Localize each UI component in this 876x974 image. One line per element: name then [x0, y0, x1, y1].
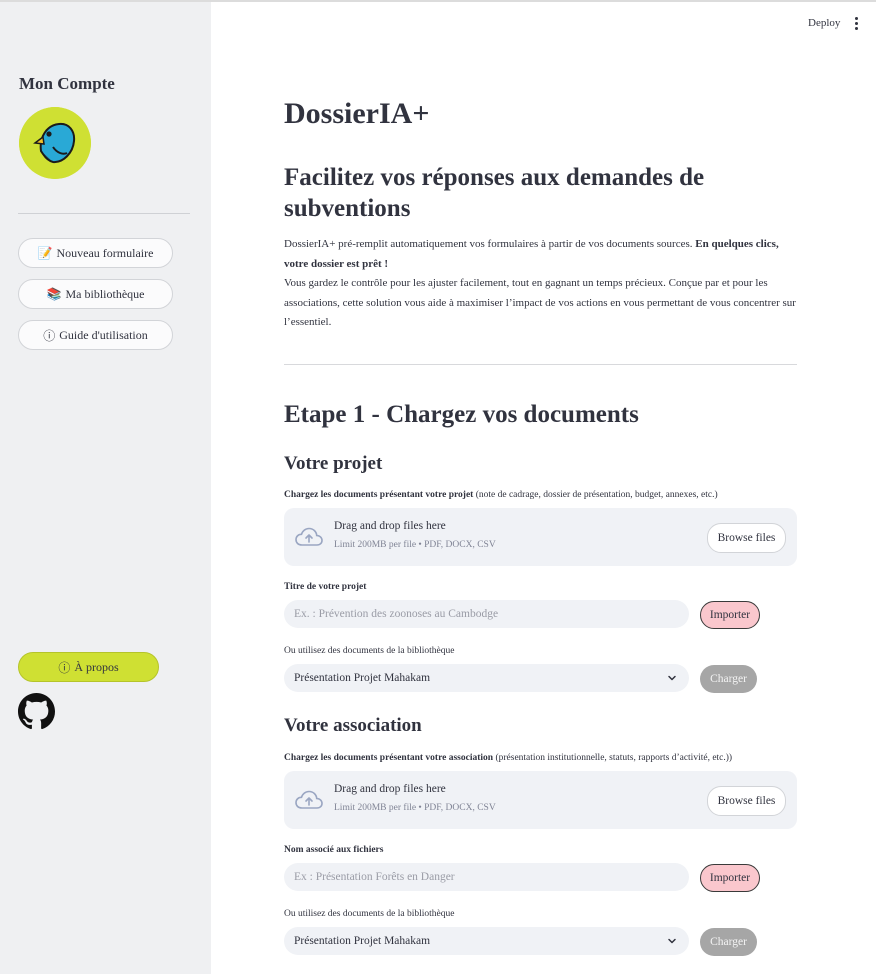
kebab-menu-icon[interactable] — [850, 17, 862, 33]
user-guide-button[interactable]: ⓘ Guide d'utilisation — [18, 320, 173, 350]
page-subtitle: Facilitez vos réponses aux demandes de s… — [284, 164, 705, 222]
association-dropzone[interactable]: Drag and drop files here Limit 200MB per… — [284, 771, 797, 829]
intro-p2: Vous gardez le contrôle pour les ajuster… — [284, 277, 796, 328]
association-name-input[interactable]: Ex : Présentation Forêts en Danger — [284, 863, 689, 891]
chevron-down-icon — [668, 938, 676, 944]
intro-p1: DossierIA+ pré-remplit automatiquement v… — [284, 238, 696, 250]
association-section-title: Votre association — [284, 715, 422, 736]
books-icon: 📚 — [46, 286, 62, 301]
intro-text: DossierIA+ pré-remplit automatiquement v… — [284, 235, 800, 333]
project-library-select-value: Présentation Projet Mahakam — [294, 672, 431, 684]
bird-avatar-icon — [19, 107, 91, 179]
project-title-input[interactable]: Ex. : Prévention des zoonoses au Cambodg… — [284, 600, 689, 628]
association-library-select-value: Présentation Projet Mahakam — [294, 935, 431, 947]
project-upload-label-rest: (note de cadrage, dossier de présentatio… — [473, 490, 718, 500]
page-title: DossierIA+ — [284, 97, 430, 130]
new-form-button[interactable]: 📝 Nouveau formulaire — [18, 238, 173, 268]
dropzone-limits: Limit 200MB per file • PDF, DOCX, CSV — [334, 803, 496, 813]
association-library-select[interactable]: Présentation Projet Mahakam — [284, 927, 689, 955]
cloud-upload-icon — [295, 527, 323, 546]
library-label: Ma bibliothèque — [65, 286, 145, 301]
library-button[interactable]: 📚 Ma bibliothèque — [18, 279, 173, 309]
sidebar-title: Mon Compte — [19, 74, 115, 93]
project-upload-label: Chargez les documents présentant votre p… — [284, 490, 718, 500]
browse-files-button[interactable]: Browse files — [707, 786, 786, 816]
association-library-label: Ou utilisez des documents de la biblioth… — [284, 909, 455, 919]
association-charger-button[interactable]: Charger — [700, 928, 757, 956]
association-import-button[interactable]: Importer — [700, 864, 760, 892]
github-icon[interactable] — [18, 693, 55, 730]
project-charger-button[interactable]: Charger — [700, 665, 757, 693]
dropzone-instructions: Drag and drop files here — [334, 520, 446, 532]
project-title-label: Titre de votre projet — [284, 582, 367, 592]
step-title: Etape 1 - Chargez vos documents — [284, 401, 639, 428]
association-name-label: Nom associé aux fichiers — [284, 845, 384, 855]
info-icon: ⓘ — [58, 660, 71, 675]
association-upload-label: Chargez les documents présentant votre a… — [284, 753, 732, 763]
project-dropzone[interactable]: Drag and drop files here Limit 200MB per… — [284, 508, 797, 566]
chevron-down-icon — [668, 675, 676, 681]
sidebar-divider — [18, 213, 190, 214]
about-button[interactable]: ⓘ À propos — [18, 652, 159, 682]
dropzone-limits: Limit 200MB per file • PDF, DOCX, CSV — [334, 540, 496, 550]
section-divider — [284, 364, 797, 365]
new-form-label: Nouveau formulaire — [56, 245, 154, 260]
association-upload-label-bold: Chargez les documents présentant votre a… — [284, 753, 494, 763]
project-library-label: Ou utilisez des documents de la biblioth… — [284, 646, 455, 656]
about-label: À propos — [74, 659, 119, 674]
memo-icon: 📝 — [37, 245, 53, 260]
browse-files-button[interactable]: Browse files — [707, 523, 786, 553]
project-upload-label-bold: Chargez les documents présentant votre p… — [284, 490, 474, 500]
dropzone-instructions: Drag and drop files here — [334, 783, 446, 795]
deploy-button[interactable]: Deploy — [808, 17, 840, 29]
project-library-select[interactable]: Présentation Projet Mahakam — [284, 664, 689, 692]
info-icon: ⓘ — [43, 328, 56, 343]
user-guide-label: Guide d'utilisation — [59, 327, 148, 342]
cloud-upload-icon — [295, 790, 323, 809]
project-section-title: Votre projet — [284, 453, 383, 474]
project-import-button[interactable]: Importer — [700, 601, 760, 629]
association-upload-label-rest: (présentation institutionnelle, statuts,… — [493, 753, 733, 763]
